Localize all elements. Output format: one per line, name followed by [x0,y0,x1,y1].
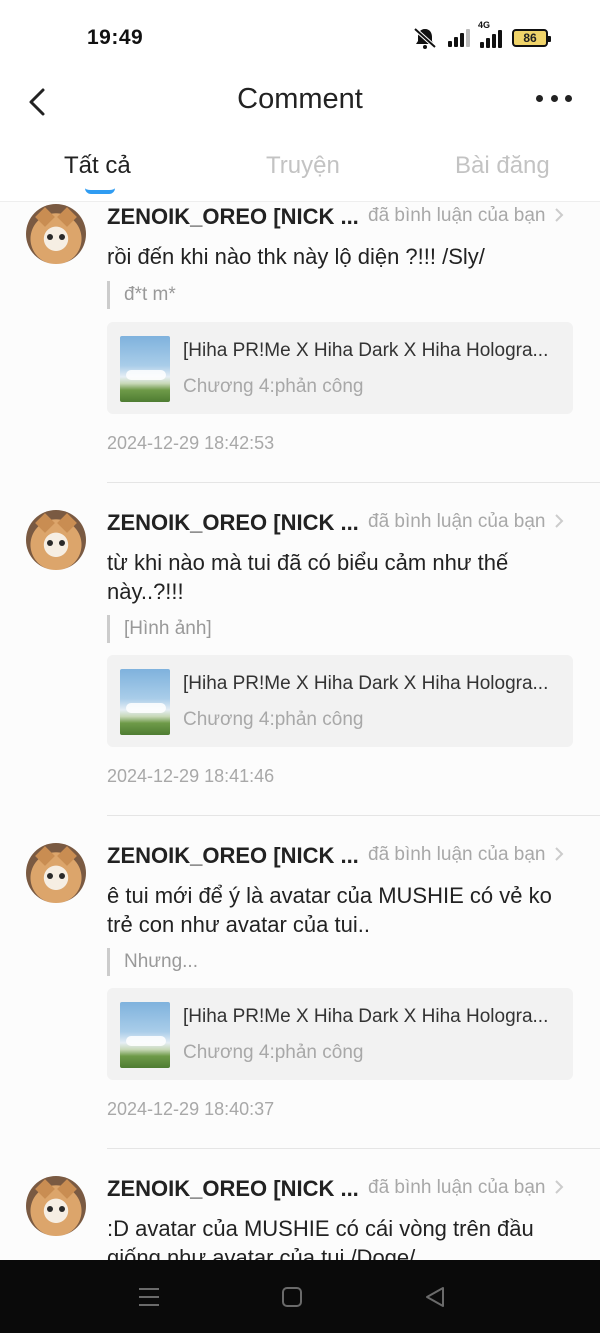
battery-level: 86 [523,31,537,45]
comment-text: rồi đến khi nào thk này lộ diện ?!!! /Sl… [107,244,485,269]
quoted-comment: [Hình ảnh] [107,615,212,643]
battery-icon: 86 [512,29,551,47]
story-chapter: Chương 4:phản công [183,1042,364,1063]
story-link[interactable]: [Hiha PR!Me X Hiha Dark X Hiha Hologra..… [107,655,573,747]
tab-stories[interactable]: Truyện [266,152,340,180]
status-icons: 4G 86 [412,20,551,50]
signal-4g-icon: 4G [478,20,502,48]
story-title: [Hiha PR!Me X Hiha Dark X Hiha Hologra..… [183,673,549,694]
chevron-right-icon [555,847,564,861]
comment-list[interactable]: ZENOIK_OREO [NICK ... đã bình luận của b… [0,202,600,1260]
story-link[interactable]: [Hiha PR!Me X Hiha Dark X Hiha Hologra..… [107,988,573,1080]
comment-text: :D avatar của MUSHIE có cái vòng trên đầ… [107,1216,534,1260]
username[interactable]: ZENOIK_OREO [NICK ... [107,843,359,869]
more-button[interactable] [536,90,572,106]
timestamp: 2024-12-29 18:42:53 [107,433,275,453]
avatar[interactable] [26,1176,86,1236]
tab-all[interactable]: Tất cả [64,152,131,180]
story-title: [Hiha PR!Me X Hiha Dark X Hiha Hologra..… [183,1006,549,1027]
menu-icon [139,1288,159,1306]
avatar[interactable] [26,204,86,264]
comment-text: ê tui mới để ý là avatar của MUSHIE có v… [107,883,552,937]
action-text: đã bình luận của bạn [368,511,546,532]
quoted-comment: đ*t m* [107,281,176,309]
story-chapter: Chương 4:phản công [183,376,364,397]
action-text: đã bình luận của bạn [368,205,546,226]
chevron-right-icon [555,1180,564,1194]
comment-text: từ khi nào mà tui đã có biểu cảm như thế… [107,550,509,604]
divider [107,482,600,483]
network-label: 4G [478,20,491,30]
quoted-comment: Nhưng... [107,948,198,976]
menu-button[interactable] [136,1284,162,1310]
divider [107,815,600,816]
more-horizontal-icon [536,94,543,102]
story-title: [Hiha PR!Me X Hiha Dark X Hiha Hologra..… [183,340,549,361]
chevron-right-icon [555,514,564,528]
story-thumbnail [120,336,170,402]
username[interactable]: ZENOIK_OREO [NICK ... [107,204,359,230]
story-link[interactable]: [Hiha PR!Me X Hiha Dark X Hiha Hologra..… [107,322,573,414]
divider [107,1148,600,1149]
story-chapter: Chương 4:phản công [183,709,364,730]
username[interactable]: ZENOIK_OREO [NICK ... [107,1176,359,1202]
tab-bar: Tất cả Truyện Bài đăng [0,140,600,202]
username[interactable]: ZENOIK_OREO [NICK ... [107,510,359,536]
back-nav-button[interactable] [422,1284,448,1310]
avatar[interactable] [26,843,86,903]
chevron-right-icon [555,208,564,222]
tab-active-indicator [85,188,115,194]
story-thumbnail [120,669,170,735]
tab-posts[interactable]: Bài đăng [455,152,550,180]
avatar[interactable] [26,510,86,570]
story-thumbnail [120,1002,170,1068]
action-text: đã bình luận của bạn [368,844,546,865]
timestamp: 2024-12-29 18:40:37 [107,1099,275,1119]
home-square-icon [282,1287,302,1307]
signal-icon [448,29,470,47]
home-button[interactable] [279,1284,305,1310]
header: Comment [0,76,600,132]
status-bar: 19:49 4G 86 [0,0,600,76]
action-text: đã bình luận của bạn [368,1177,546,1198]
system-nav-bar [0,1260,600,1333]
timestamp: 2024-12-29 18:41:46 [107,766,275,786]
page-title: Comment [237,83,363,115]
status-time: 19:49 [87,26,144,49]
back-triangle-icon [426,1287,444,1307]
bell-muted-icon [413,27,437,49]
